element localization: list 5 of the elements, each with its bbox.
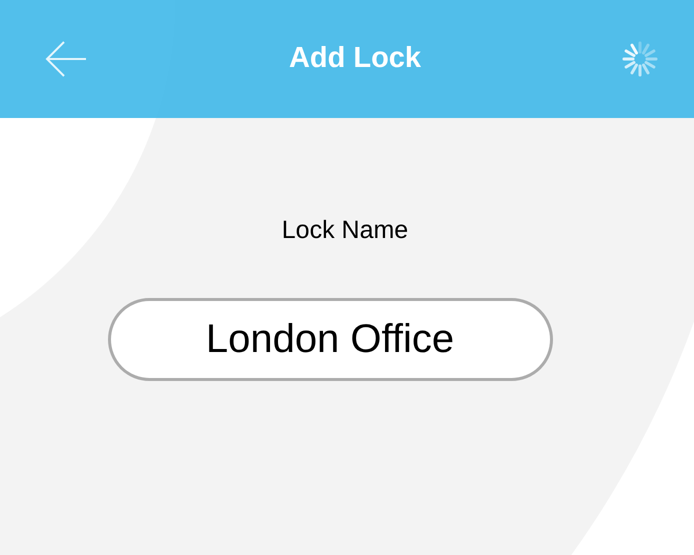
loading-spinner-icon [622,41,658,77]
back-arrow-icon[interactable] [44,39,88,79]
lock-name-label: Lock Name [282,215,408,246]
lock-name-field[interactable]: London Office [108,298,552,380]
page-title: Add Lock [288,41,422,76]
